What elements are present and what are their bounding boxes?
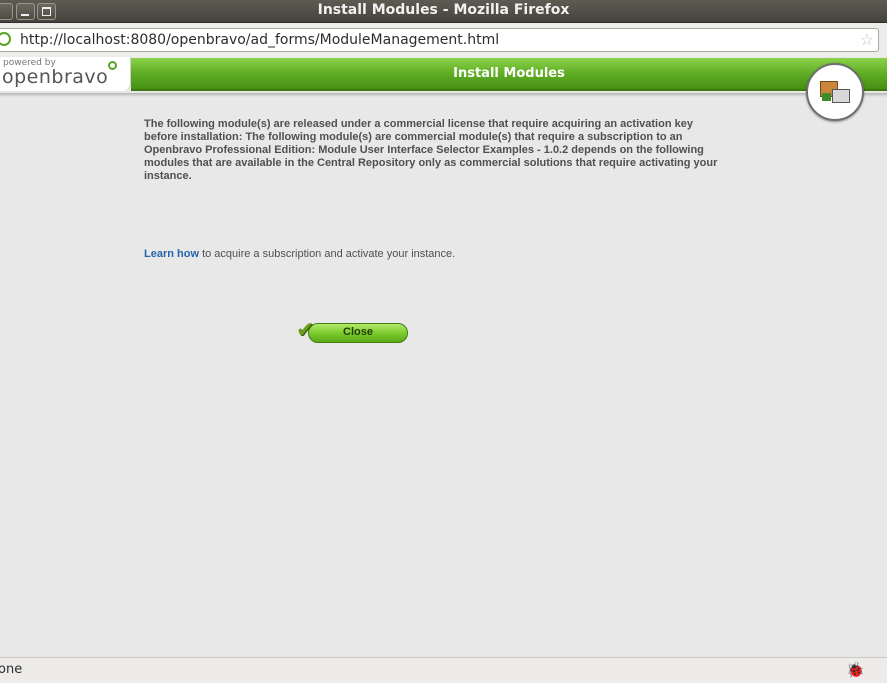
close-button[interactable]: Close ✔ xyxy=(296,320,408,346)
page-content: powered by openbravo Install Modules The… xyxy=(0,57,887,657)
logo-mark-icon xyxy=(108,61,117,70)
checkmark-icon: ✔ xyxy=(296,318,315,343)
status-bar: one 🐞 xyxy=(0,657,887,683)
window-title-bar: Install Modules - Mozilla Firefox xyxy=(0,0,887,23)
logo-name: openbravo xyxy=(2,66,109,88)
learn-how-text: to acquire a subscription and activate y… xyxy=(199,248,456,260)
header-shadow xyxy=(0,93,887,97)
module-install-icon xyxy=(806,63,864,121)
app-header: powered by openbravo Install Modules xyxy=(0,57,887,93)
page-title: Install Modules xyxy=(453,66,565,81)
learn-how-link[interactable]: Learn how xyxy=(144,248,199,260)
header-bar: Install Modules xyxy=(131,58,887,91)
learn-how-line: Learn how to acquire a subscription and … xyxy=(144,248,455,260)
site-identity-icon[interactable] xyxy=(0,32,11,46)
url-field[interactable]: http://localhost:8080/openbravo/ad_forms… xyxy=(0,28,879,52)
license-message: The following module(s) are released und… xyxy=(144,118,718,182)
openbravo-logo: powered by openbravo xyxy=(0,57,131,91)
window-title: Install Modules - Mozilla Firefox xyxy=(317,2,570,18)
url-text[interactable]: http://localhost:8080/openbravo/ad_forms… xyxy=(20,32,499,48)
bug-icon[interactable]: 🐞 xyxy=(846,661,865,679)
bookmark-star-icon[interactable]: ☆ xyxy=(860,30,874,49)
navigation-toolbar: http://localhost:8080/openbravo/ad_forms… xyxy=(0,23,887,58)
close-button-pill[interactable]: Close xyxy=(308,323,408,343)
status-text: one xyxy=(0,662,23,677)
close-button-label: Close xyxy=(343,326,373,338)
